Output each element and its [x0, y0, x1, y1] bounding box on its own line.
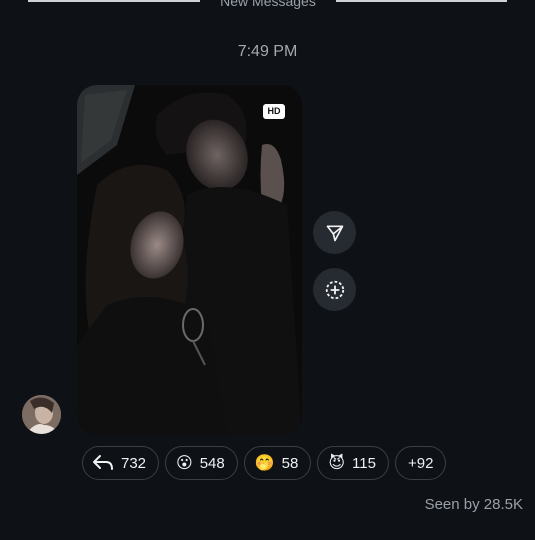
devil-count: 115 [352, 454, 376, 472]
reaction-surprised[interactable]: 😮 548 [165, 446, 238, 480]
photo-message[interactable]: HD [77, 85, 302, 435]
add-to-story-icon [325, 280, 344, 299]
shushing-count: 58 [281, 454, 299, 472]
avatar-image [22, 395, 61, 434]
message-timestamp: 7:49 PM [237, 43, 298, 60]
seen-by-label: Seen by 28.5K [424, 496, 523, 513]
message-thread: New Messages 7:49 PM HD 732 😮 548 🤭 58 😈… [0, 0, 535, 540]
new-messages-label: New Messages [220, 0, 316, 9]
divider-line-left [28, 0, 200, 2]
divider-line-right [336, 0, 507, 2]
reaction-shushing[interactable]: 🤭 58 [243, 446, 312, 480]
sender-avatar[interactable] [22, 395, 61, 434]
reaction-reply[interactable]: 732 [82, 446, 160, 480]
surprised-face-emoji: 😮 [176, 453, 193, 472]
reply-count: 732 [121, 454, 147, 472]
send-icon [326, 225, 343, 241]
hd-badge: HD [263, 104, 285, 119]
surprised-count: 548 [199, 454, 225, 472]
reaction-bar: 732 😮 548 🤭 58 😈 115 +92 [82, 446, 447, 480]
reaction-more[interactable]: +92 [394, 446, 447, 480]
shushing-face-emoji: 🤭 [254, 453, 275, 472]
devil-face-emoji: 😈 [328, 453, 346, 472]
reply-arrow-icon [93, 455, 113, 470]
add-to-story-button[interactable] [313, 268, 356, 311]
reaction-devil[interactable]: 😈 115 [317, 446, 389, 480]
more-reactions-count: +92 [407, 454, 434, 472]
photo-image [77, 85, 302, 435]
share-button[interactable] [313, 211, 356, 254]
